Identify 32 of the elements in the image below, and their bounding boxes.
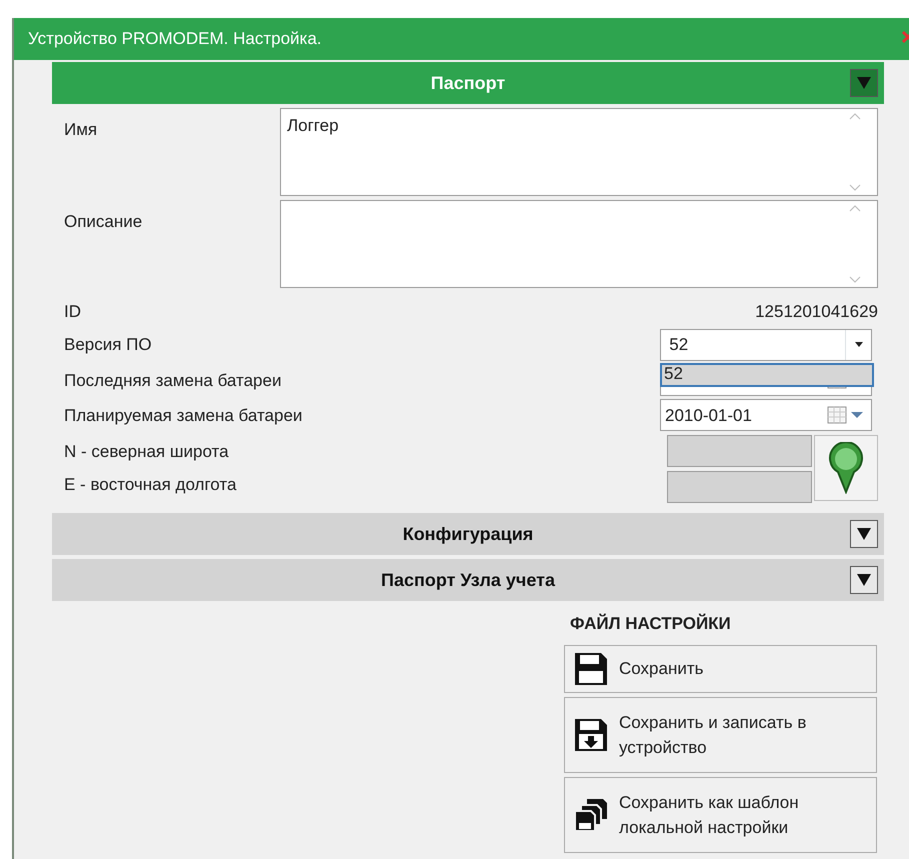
version-dropdown[interactable]: 52 — [660, 328, 872, 361]
section-title: ФАЙЛ НАСТРОЙКИ — [570, 612, 732, 635]
save-button[interactable]: Сохранить и записать в устройство — [564, 697, 877, 773]
field-label: E - восточная долгота — [64, 474, 236, 496]
scroll-up-icon[interactable] — [849, 205, 861, 212]
floppy-disk-download-icon — [573, 717, 609, 753]
field-label: N - северная широта — [64, 440, 229, 462]
scroll-up-icon[interactable] — [849, 113, 861, 120]
field-label: Планируемая замена батареи — [64, 404, 302, 426]
section-header[interactable]: Конфигурация — [52, 513, 884, 555]
field-label: Описание — [64, 210, 144, 233]
id-value: 1251201041629 — [755, 301, 878, 323]
scroll-down-icon[interactable] — [849, 276, 861, 284]
expand-toggle-icon[interactable] — [850, 520, 878, 548]
expand-toggle-icon[interactable] — [850, 69, 878, 97]
field-label: Имя — [64, 118, 98, 140]
save-button[interactable]: Сохранить как шаблон локальной настройки — [564, 777, 877, 853]
caret-icon — [854, 342, 863, 348]
scroll-down-icon[interactable] — [849, 184, 861, 191]
name-field[interactable]: Логгер — [280, 108, 878, 196]
expand-toggle-icon[interactable] — [850, 566, 878, 594]
description-field[interactable] — [280, 200, 878, 288]
field-label: ID — [64, 301, 81, 323]
section-header[interactable]: Паспорт Узла учета — [52, 559, 884, 601]
field-label: Версия ПО — [64, 334, 152, 356]
window-title: Устройство PROMODEM. Настройка. — [28, 28, 322, 50]
map-pin-button[interactable] — [814, 434, 878, 501]
field-label: Последняя замена батареи — [64, 370, 282, 392]
dropdown-menu[interactable]: 52 — [660, 362, 874, 387]
save-button[interactable]: Сохранить — [564, 645, 877, 693]
stacked-floppy-disks-icon — [573, 797, 609, 833]
date-field[interactable]: 2010-01-01 — [660, 399, 872, 432]
